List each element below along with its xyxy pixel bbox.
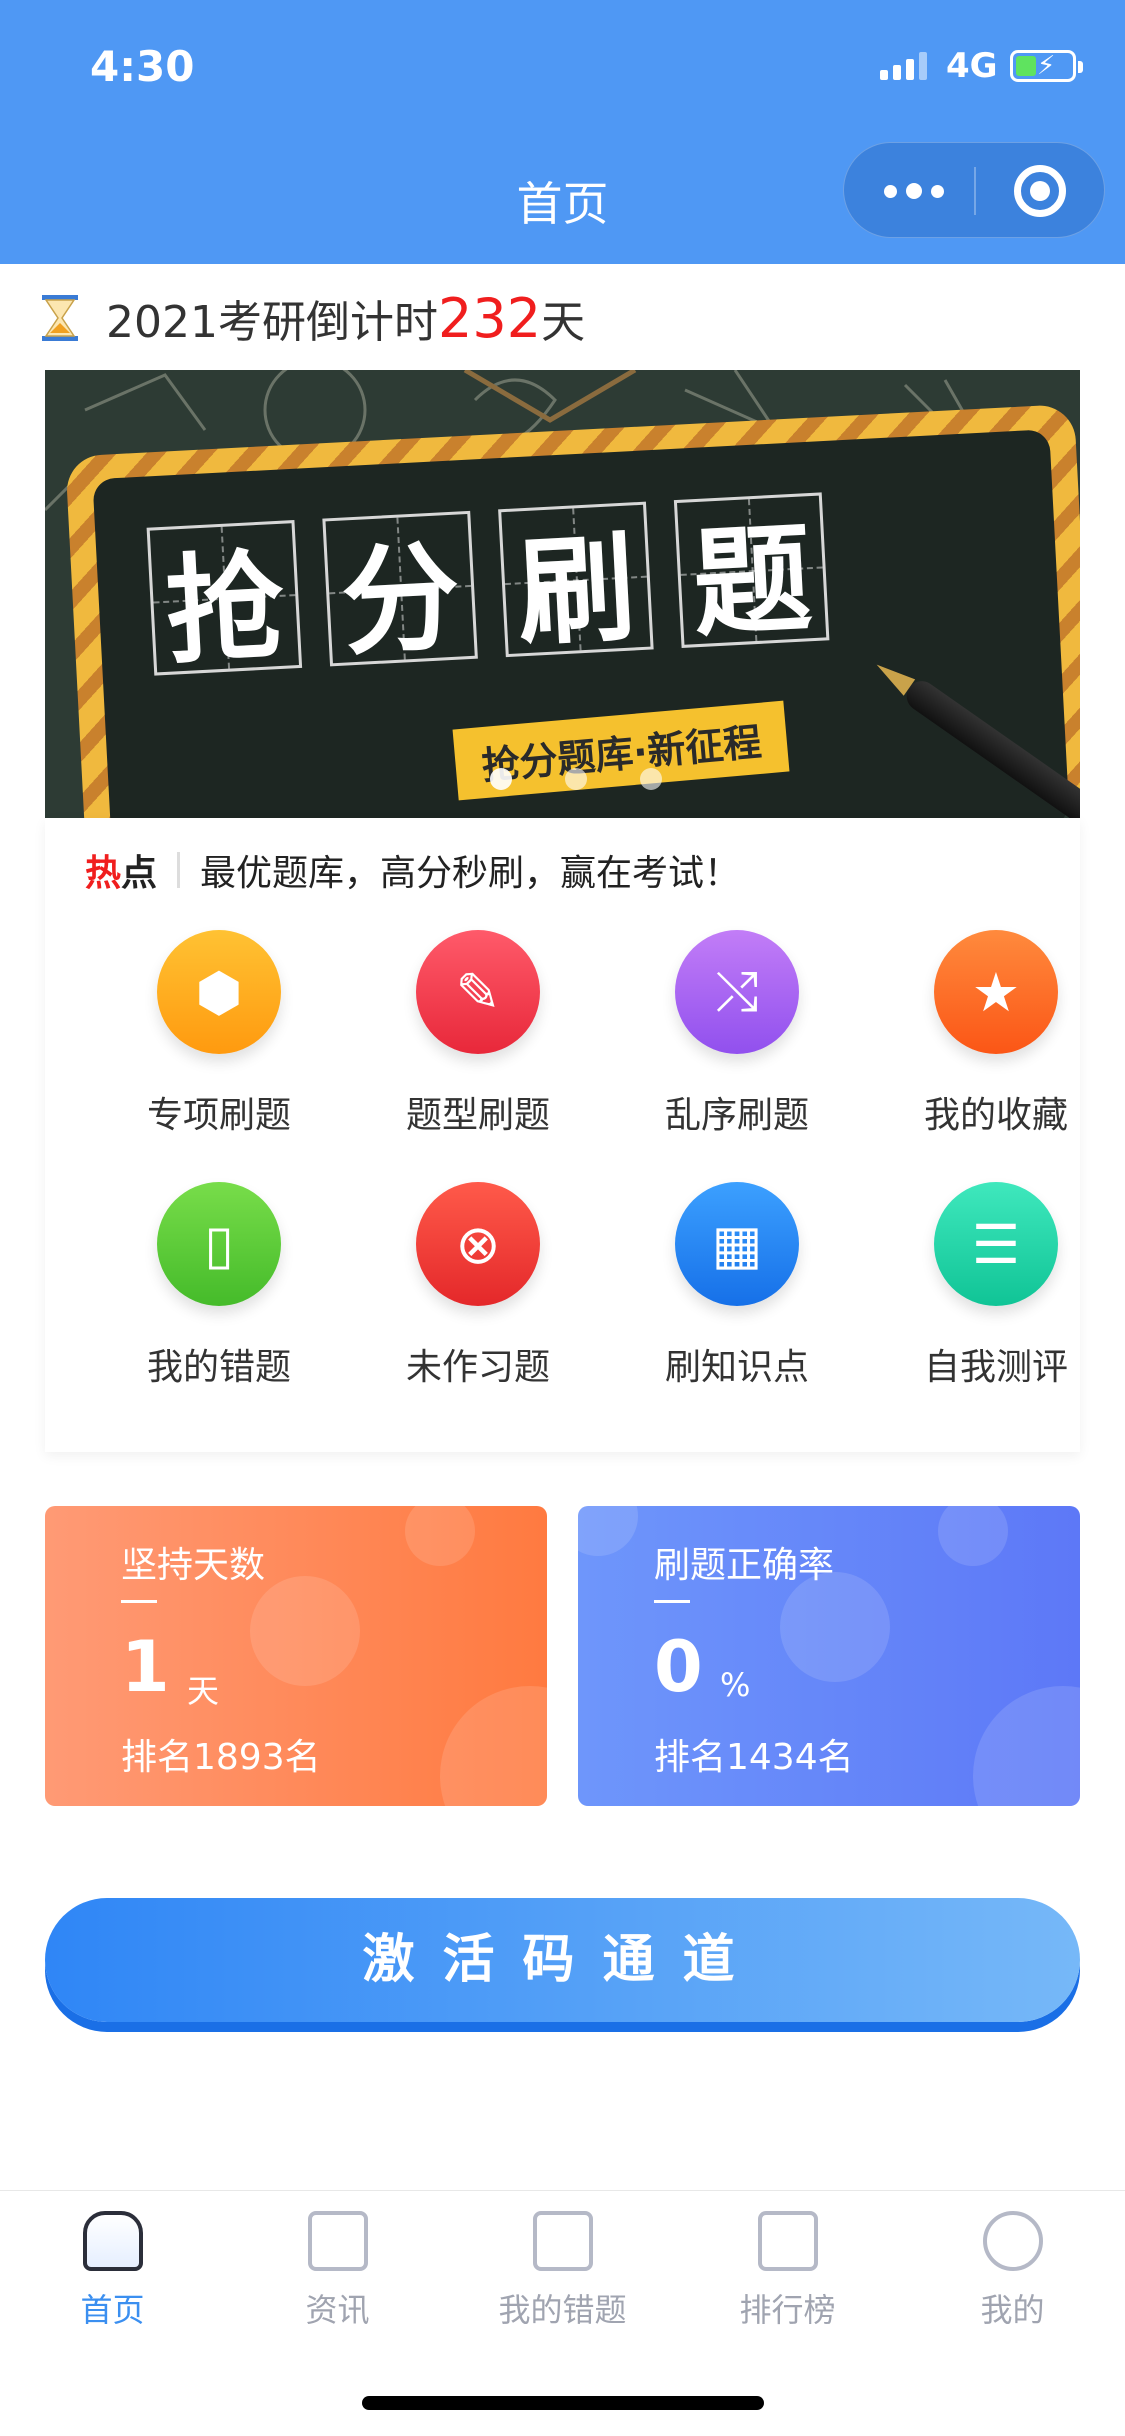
banner-char: 刷: [498, 501, 654, 662]
news-icon: [307, 2211, 368, 2271]
shuffle-icon: ⤭: [675, 930, 799, 1054]
carousel-indicators: [490, 768, 662, 790]
stat-divider: [121, 1600, 157, 1603]
persist-days-card[interactable]: 坚持天数 1 天 排名1893名: [45, 1506, 547, 1806]
grid-item-label: 刷知识点: [664, 1347, 809, 1388]
decor-bubble: [440, 1686, 547, 1806]
close-target-icon[interactable]: [1014, 165, 1066, 217]
grid-item-knowledge[interactable]: ▦ 刷知识点: [608, 1182, 866, 1390]
hot-divider: [177, 852, 181, 888]
signal-icon: [880, 52, 927, 80]
tab-label: 我的: [980, 2291, 1045, 2329]
countdown-days: 232: [437, 287, 542, 350]
tab-news[interactable]: 资讯: [225, 2211, 450, 2331]
grid-item-label: 我的错题: [146, 1347, 291, 1388]
banner-title: 抢 分 刷 题: [146, 492, 830, 680]
stat-title: 坚持天数: [121, 1545, 266, 1586]
home-icon: [82, 2211, 143, 2271]
grid-item-label: 未作习题: [405, 1347, 550, 1388]
countdown-prefix: 2021考研倒计时: [106, 297, 438, 348]
carousel-dot[interactable]: [490, 768, 512, 790]
grid-item-my-mistakes[interactable]: ▯ 我的错题: [90, 1182, 348, 1390]
pencil-icon: ✎: [416, 930, 540, 1054]
accuracy-card[interactable]: 刷题正确率 0 % 排名1434名: [578, 1506, 1080, 1806]
banner-char: 题: [673, 492, 830, 653]
tab-label: 资讯: [305, 2291, 370, 2329]
decor-bubble: [578, 1506, 638, 1556]
grid-item-self-assess[interactable]: ☰ 自我测评: [867, 1182, 1125, 1390]
grid-item-label: 乱序刷题: [664, 1095, 809, 1136]
activation-code-button[interactable]: 激活码通道: [45, 1898, 1080, 2022]
mini-program-capsule: [843, 142, 1105, 238]
grid-apps-icon: ▦: [675, 1182, 799, 1306]
tab-my-mistakes[interactable]: 我的错题: [450, 2211, 675, 2331]
decor-bubble: [973, 1686, 1080, 1806]
tab-label: 排行榜: [739, 2291, 836, 2329]
decor-bubble: [938, 1506, 1008, 1566]
exam-countdown: 2021考研倒计时 232 天: [40, 286, 585, 350]
nav-bar: 首页: [0, 140, 1125, 264]
tab-ranking[interactable]: 排行榜: [675, 2211, 900, 2331]
ranking-icon: [757, 2211, 818, 2271]
hot-label-red: 热: [85, 853, 122, 894]
network-type: 4G: [946, 46, 998, 86]
grid-item-favorites[interactable]: ★ 我的收藏: [867, 930, 1125, 1138]
clipboard-icon: ☰: [934, 1182, 1058, 1306]
decor-bubble: [405, 1506, 475, 1566]
stat-value: 0: [654, 1626, 703, 1708]
grid-item-special[interactable]: ⬢ 专项刷题: [90, 930, 348, 1138]
hot-label-black: 点: [121, 853, 158, 894]
home-indicator[interactable]: [362, 2396, 764, 2410]
grid-item-unattempted[interactable]: ⊗ 未作习题: [349, 1182, 607, 1390]
carousel-dot[interactable]: [640, 768, 662, 790]
status-bar: 4:30 4G ⚡: [0, 0, 1125, 140]
grid-item-label: 专项刷题: [146, 1095, 291, 1136]
star-icon: ★: [934, 930, 1058, 1054]
stat-unit: 天: [187, 1672, 220, 1710]
decor-bubble: [250, 1576, 360, 1686]
hourglass-icon: [42, 295, 78, 341]
profile-icon: [982, 2211, 1043, 2271]
tab-profile[interactable]: 我的: [900, 2211, 1125, 2331]
stat-value: 1: [121, 1626, 170, 1708]
feature-card: 热点 最优题库，高分秒刷，赢在考试！ ⬢ 专项刷题 ✎ 题型刷题 ⤭ 乱序刷题 …: [45, 818, 1080, 1452]
capsule-divider: [974, 167, 976, 215]
clipboard-x-icon: ⊗: [416, 1182, 540, 1306]
grid-item-label: 我的收藏: [923, 1095, 1068, 1136]
stat-title: 刷题正确率: [654, 1545, 835, 1586]
tab-label: 我的错题: [498, 2291, 627, 2329]
hot-text: 最优题库，高分秒刷，赢在考试！: [200, 853, 741, 894]
stat-unit: %: [720, 1666, 751, 1704]
stat-rank: 排名1893名: [121, 1737, 321, 1778]
grid-item-label: 题型刷题: [405, 1095, 550, 1136]
tab-label: 首页: [80, 2291, 145, 2329]
grid-item-label: 自我测评: [923, 1347, 1068, 1388]
status-time: 4:30: [90, 42, 195, 91]
promo-banner[interactable]: 抢 分 刷 题 抢分题库·新征程: [45, 370, 1080, 818]
banner-char: 分: [322, 510, 478, 671]
battery-icon: ⚡: [1010, 50, 1083, 82]
hot-notice[interactable]: 热点 最优题库，高分秒刷，赢在考试！: [85, 844, 740, 896]
more-icon[interactable]: [884, 183, 944, 199]
wrong-box-icon: [532, 2211, 593, 2271]
decor-bubble: [780, 1572, 890, 1682]
wrong-doc-icon: ▯: [157, 1182, 281, 1306]
banner-char: 抢: [146, 520, 303, 680]
stat-divider: [654, 1600, 690, 1603]
grid-item-shuffle[interactable]: ⤭ 乱序刷题: [608, 930, 866, 1138]
grid-item-question-type[interactable]: ✎ 题型刷题: [349, 930, 607, 1138]
cube-icon: ⬢: [157, 930, 281, 1054]
tab-home[interactable]: 首页: [0, 2211, 225, 2331]
countdown-suffix: 天: [541, 297, 586, 348]
carousel-dot[interactable]: [565, 768, 587, 790]
stat-rank: 排名1434名: [654, 1737, 854, 1778]
